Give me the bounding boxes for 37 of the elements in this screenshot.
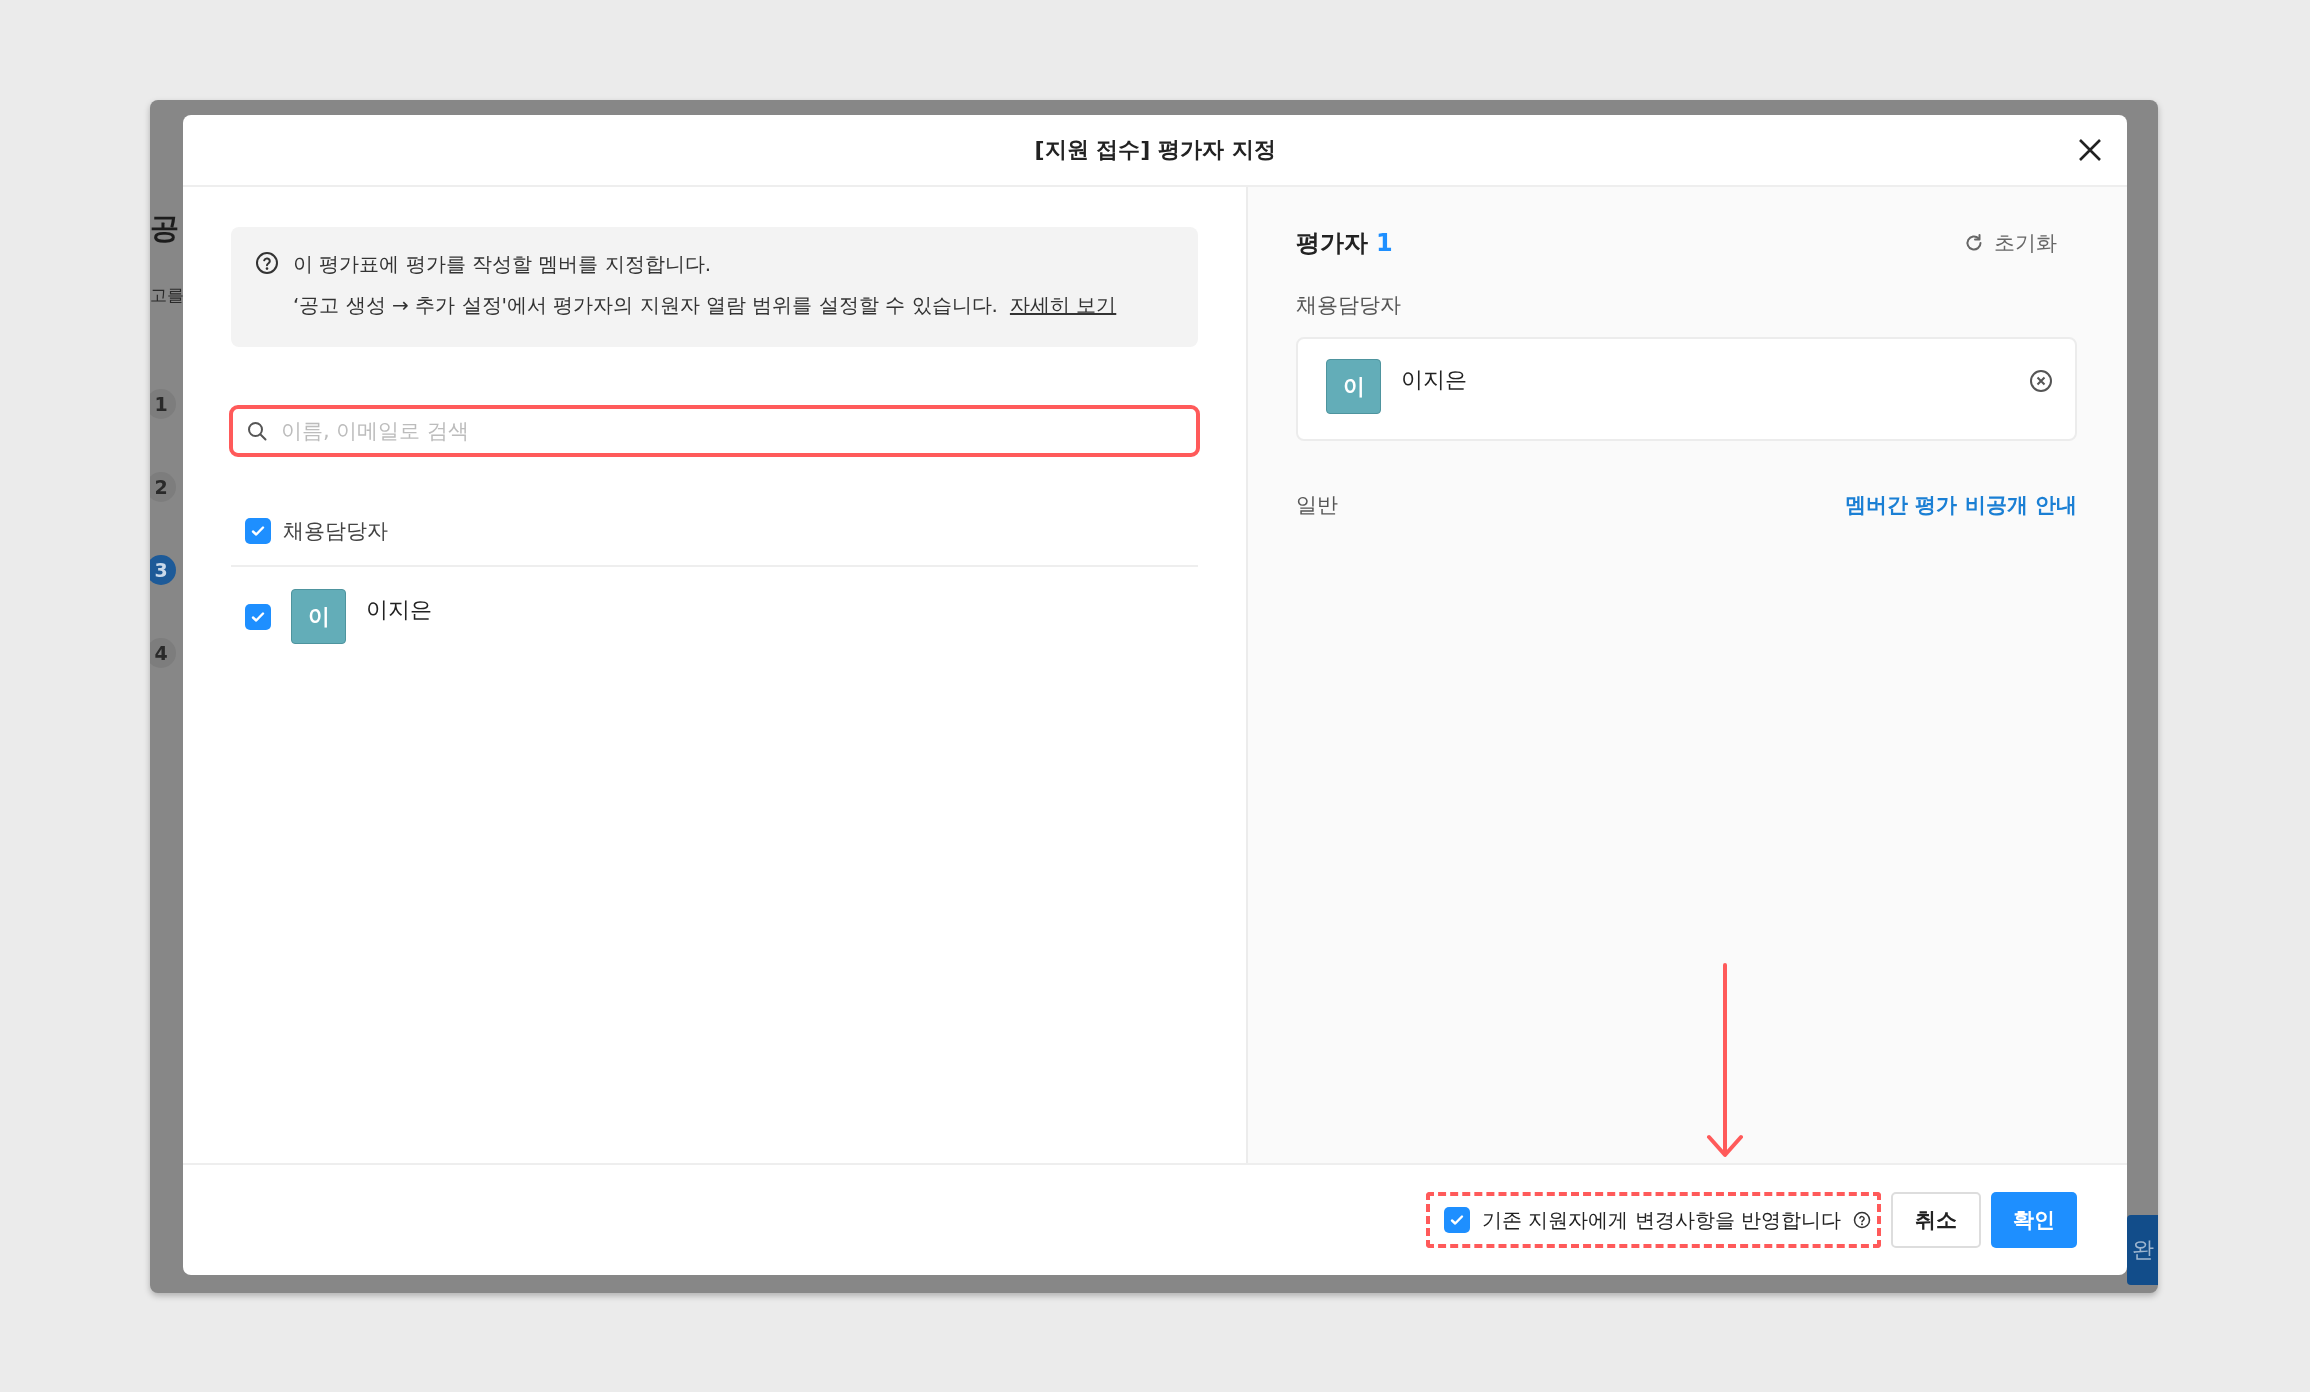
section-label: 일반 [1296, 492, 1338, 519]
check-icon [1448, 1212, 1465, 1228]
step-number[interactable]: 3 [150, 555, 176, 585]
search-field[interactable]: 이름, 이메일로 검색 [229, 405, 1200, 457]
dialog-title: [지원 접수] 평가자 지정 [1034, 136, 1276, 164]
member-avatar: 이 [1326, 359, 1381, 414]
group-label: 채용담당자 [283, 518, 388, 545]
checkbox[interactable] [1443, 1207, 1470, 1233]
page-heading: 공 [150, 210, 179, 247]
notice-detail: ‘공고 생성 → 추가 설정'에서 평가자의 지원자 열람 범위를 설정할 수 있습니다. [293, 292, 998, 319]
step-number[interactable]: 4 [150, 638, 176, 668]
step-number[interactable]: 2 [150, 472, 176, 502]
remove-button[interactable] [2029, 369, 2053, 393]
notice-text: 이 평가표에 평가를 작성할 멤버를 지정합니다. [293, 251, 713, 278]
checkbox[interactable] [245, 518, 271, 544]
section-label: 채용담당자 [1296, 292, 1401, 319]
member-name: 이지은 [1401, 366, 1467, 394]
cancel-button[interactable]: 취소 [1891, 1192, 1981, 1248]
help-icon [255, 251, 279, 275]
member-avatar: 이 [291, 589, 346, 644]
reset-button[interactable]: 초기화 [1964, 229, 2057, 257]
check-icon [250, 609, 266, 625]
step-number[interactable]: 1 [150, 389, 176, 419]
help-icon [1853, 1211, 1871, 1229]
complete-button[interactable]: 완 [2127, 1215, 2158, 1285]
check-icon [250, 523, 266, 539]
evaluator-count: 1 [1376, 229, 1393, 257]
privacy-info-link[interactable]: 멤버간 평가 비공개 안내 [1845, 491, 2077, 519]
refresh-icon [1964, 233, 1984, 253]
panel-title: 평가자 [1296, 229, 1368, 257]
search-icon [247, 421, 267, 441]
checkbox[interactable] [245, 604, 271, 630]
member-name: 이지은 [366, 596, 432, 624]
confirm-button[interactable]: 확인 [1991, 1192, 2077, 1248]
page-subtext: 고를 [150, 284, 184, 307]
apply-existing-label: 기존 지원자에게 변경사항을 반영합니다 [1481, 1206, 1841, 1234]
details-link[interactable]: 자세히 보기 [1009, 292, 1117, 319]
